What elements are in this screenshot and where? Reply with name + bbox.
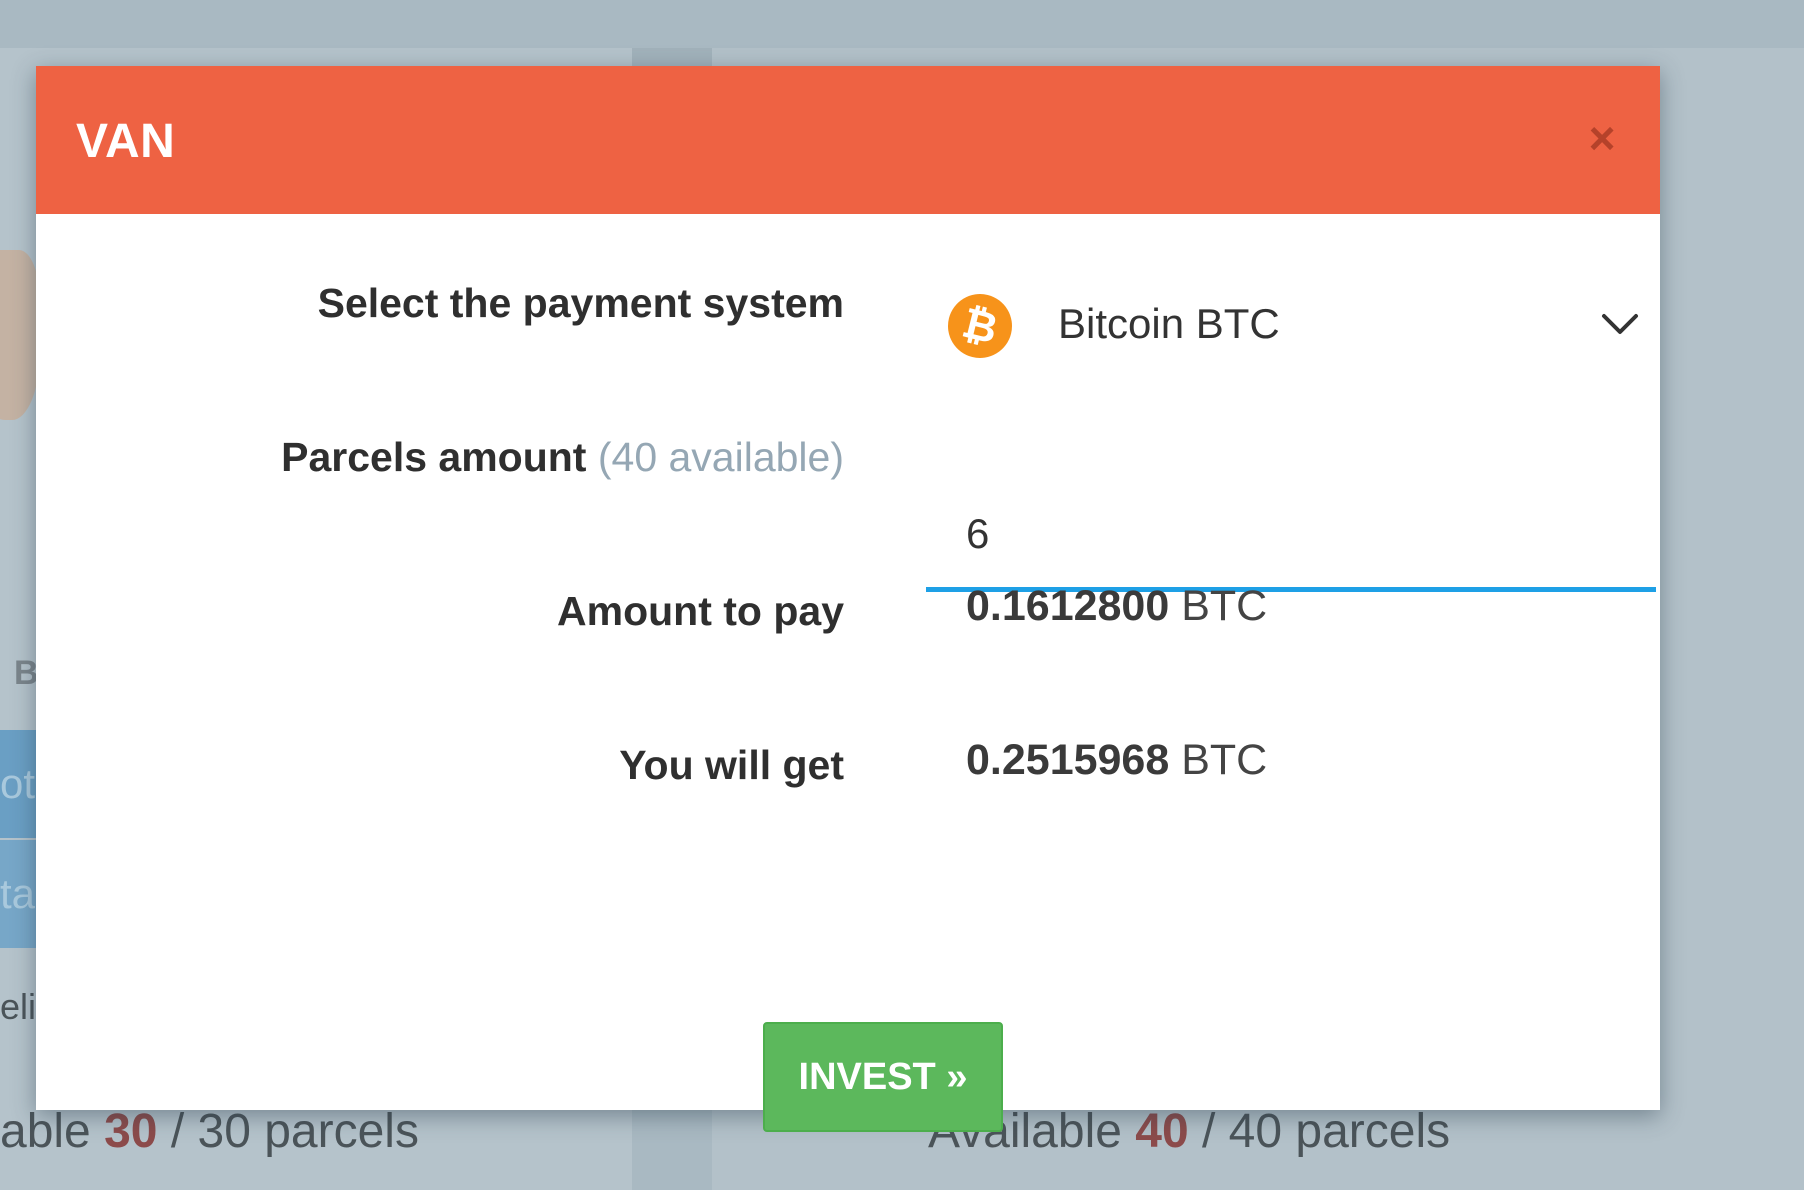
invest-button[interactable]: INVEST » xyxy=(763,1022,1003,1132)
you-will-get-label: You will get xyxy=(619,742,844,788)
close-icon[interactable]: × xyxy=(1576,112,1628,164)
background-button-text: ta xyxy=(0,870,36,917)
bitcoin-icon: ₿ xyxy=(941,287,1019,365)
background-button-text: ot xyxy=(0,760,36,807)
background-letter: B xyxy=(14,654,39,692)
payment-system-select[interactable]: ₿ Bitcoin BTC xyxy=(890,276,1656,376)
amount-to-pay-label: Amount to pay xyxy=(557,588,844,634)
background-divider xyxy=(632,48,712,68)
payment-system-value: Bitcoin BTC xyxy=(1058,300,1280,347)
modal-header: VAN × xyxy=(36,66,1660,214)
amount-to-pay-value: 0.1612800 BTC xyxy=(966,582,1268,630)
parcels-amount-input[interactable] xyxy=(926,480,1656,592)
chevron-down-icon xyxy=(1602,314,1638,334)
you-will-get-value: 0.2515968 BTC xyxy=(966,736,1268,784)
background-available-right: Available 40 / 40 parcels xyxy=(928,1105,1451,1158)
background-text: eli xyxy=(0,986,37,1027)
parcels-amount-label: Parcels amount (40 available) xyxy=(281,434,844,480)
payment-system-label: Select the payment system xyxy=(317,280,844,326)
modal-title: VAN xyxy=(76,115,176,168)
invest-modal: VAN × Select the payment system ₿ Bitcoi… xyxy=(36,66,1660,1132)
parcels-available-hint: (40 available) xyxy=(597,434,844,480)
background-available-left: able 30 / 30 parcels xyxy=(0,1105,419,1158)
